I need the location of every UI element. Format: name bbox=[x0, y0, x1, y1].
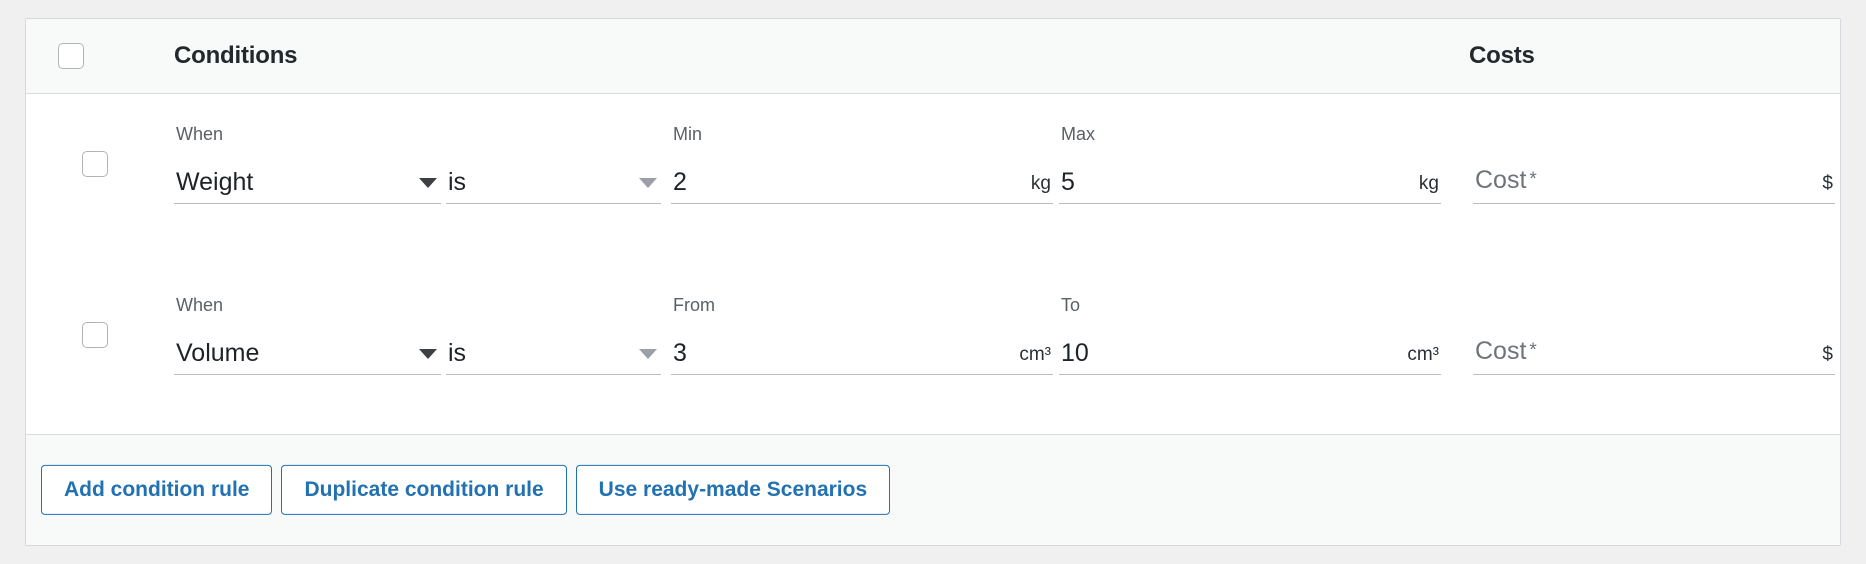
duplicate-condition-rule-button[interactable]: Duplicate condition rule bbox=[281, 464, 567, 516]
operator-select-1[interactable]: is bbox=[446, 295, 661, 375]
panel-footer: Add condition rule Duplicate condition r… bbox=[26, 435, 1840, 545]
use-ready-made-scenarios-button[interactable]: Use ready-made Scenarios bbox=[575, 464, 891, 516]
lower-bound-label: From bbox=[673, 295, 715, 315]
operator-value: is bbox=[448, 339, 467, 367]
upper-bound-unit: kg bbox=[1418, 173, 1439, 194]
cost-input-0[interactable]: Cost * $ bbox=[1473, 124, 1835, 204]
upper-bound-input-1[interactable]: To 10 cm³ bbox=[1059, 295, 1441, 375]
when-label: When bbox=[176, 124, 224, 144]
required-asterisk: * bbox=[1529, 340, 1537, 361]
operator-value: is bbox=[448, 168, 467, 196]
chevron-down-icon[interactable] bbox=[639, 178, 657, 188]
upper-bound-label: To bbox=[1061, 295, 1081, 315]
cost-input-1[interactable]: Cost * $ bbox=[1473, 295, 1835, 375]
when-value: Volume bbox=[176, 339, 260, 367]
page-root: Conditions Costs When Weight is Min 2 kg… bbox=[0, 0, 1866, 564]
cost-placeholder: Cost * bbox=[1475, 337, 1537, 365]
field-underline bbox=[446, 374, 661, 375]
field-underline bbox=[1059, 203, 1441, 204]
conditions-column-header: Conditions bbox=[174, 42, 298, 69]
panel-header: Conditions Costs bbox=[26, 19, 1840, 94]
required-asterisk: * bbox=[1529, 169, 1537, 190]
row-select-checkbox[interactable] bbox=[82, 322, 108, 348]
add-condition-rule-button[interactable]: Add condition rule bbox=[41, 464, 273, 516]
chevron-down-icon[interactable] bbox=[419, 349, 437, 359]
field-underline bbox=[174, 203, 441, 204]
cost-placeholder: Cost * bbox=[1475, 166, 1537, 194]
field-underline bbox=[1059, 374, 1441, 375]
upper-bound-value: 5 bbox=[1061, 168, 1075, 196]
lower-bound-input-0[interactable]: Min 2 kg bbox=[671, 124, 1053, 204]
footer-button-bar: Add condition rule Duplicate condition r… bbox=[41, 464, 891, 516]
field-underline bbox=[174, 374, 441, 375]
upper-bound-input-0[interactable]: Max 5 kg bbox=[1059, 124, 1441, 204]
lower-bound-input-1[interactable]: From 3 cm³ bbox=[671, 295, 1053, 375]
field-underline bbox=[671, 374, 1053, 375]
operator-select-0[interactable]: is bbox=[446, 124, 661, 204]
lower-bound-unit: cm³ bbox=[1019, 344, 1051, 365]
chevron-down-icon[interactable] bbox=[639, 349, 657, 359]
currency-symbol: $ bbox=[1822, 173, 1833, 194]
row-checkbox-wrapper[interactable] bbox=[82, 151, 108, 177]
lower-bound-unit: kg bbox=[1030, 173, 1051, 194]
conditions-panel: Conditions Costs When Weight is Min 2 kg… bbox=[25, 18, 1841, 546]
condition-rule-row: When Volume is From 3 cm³ To 10 cm³ Cost… bbox=[26, 265, 1840, 435]
upper-bound-label: Max bbox=[1061, 124, 1096, 144]
condition-rules-list: When Weight is Min 2 kg Max 5 kg Cost * … bbox=[26, 94, 1840, 435]
field-underline bbox=[446, 203, 661, 204]
select-all-checkbox[interactable] bbox=[58, 43, 84, 69]
field-underline bbox=[1473, 374, 1835, 375]
lower-bound-value: 3 bbox=[673, 339, 687, 367]
when-select-1[interactable]: When Volume bbox=[174, 295, 441, 375]
upper-bound-value: 10 bbox=[1061, 339, 1089, 367]
costs-column-header: Costs bbox=[1469, 42, 1535, 69]
lower-bound-value: 2 bbox=[673, 168, 687, 196]
chevron-down-icon[interactable] bbox=[419, 178, 437, 188]
when-label: When bbox=[176, 295, 224, 315]
field-underline bbox=[1473, 203, 1835, 204]
when-select-0[interactable]: When Weight bbox=[174, 124, 441, 204]
row-select-checkbox[interactable] bbox=[82, 151, 108, 177]
lower-bound-label: Min bbox=[673, 124, 703, 144]
when-value: Weight bbox=[176, 168, 254, 196]
upper-bound-unit: cm³ bbox=[1407, 344, 1439, 365]
row-checkbox-wrapper[interactable] bbox=[82, 322, 108, 348]
condition-rule-row: When Weight is Min 2 kg Max 5 kg Cost * … bbox=[26, 94, 1840, 264]
field-underline bbox=[671, 203, 1053, 204]
select-all-checkbox-wrapper[interactable] bbox=[58, 43, 84, 69]
currency-symbol: $ bbox=[1822, 344, 1833, 365]
